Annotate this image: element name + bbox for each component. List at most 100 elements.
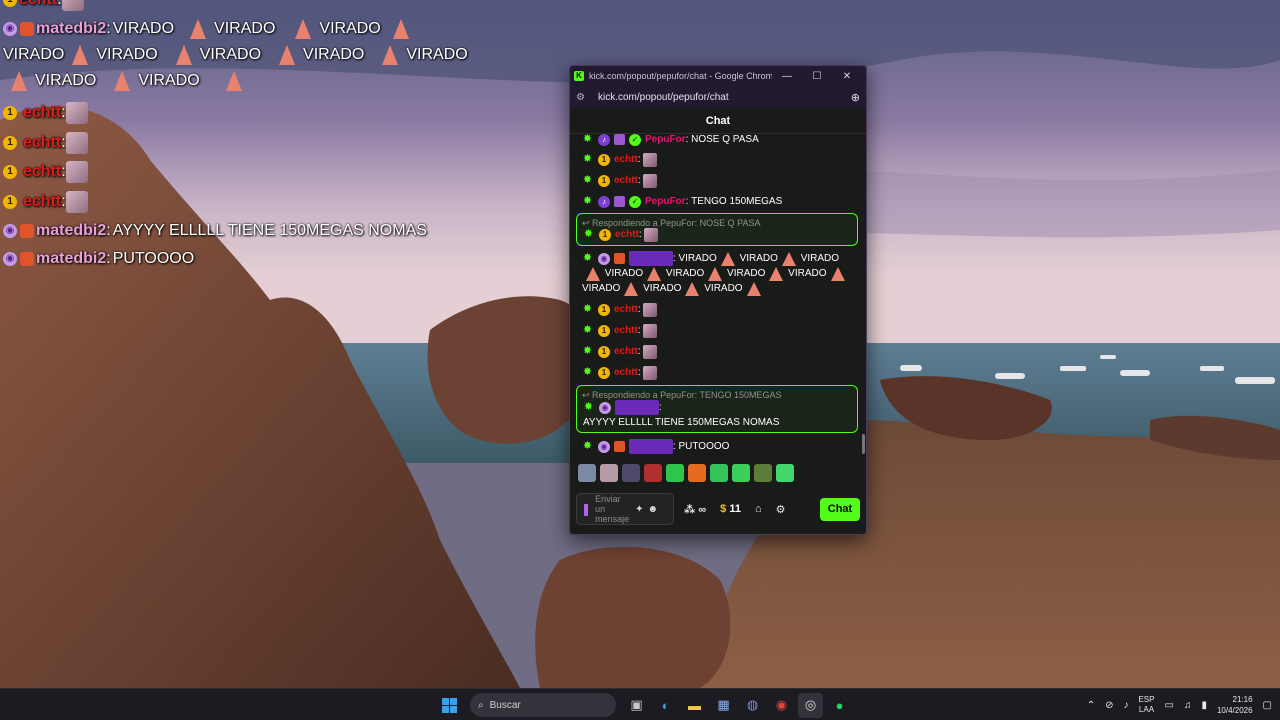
emote-icon: [65, 161, 88, 183]
emote-icon[interactable]: [578, 464, 596, 482]
discord-icon[interactable]: ◍: [740, 693, 765, 718]
language-indicator[interactable]: ESP LAA: [1138, 695, 1154, 715]
volume-icon[interactable]: ♫: [1184, 700, 1192, 711]
maximize-button[interactable]: ☐: [802, 71, 832, 82]
emote-icon: [642, 344, 657, 359]
chat-message[interactable]: ✸ ♪ ✓ PepuFor : TENGO 150MEGAS: [582, 194, 856, 209]
chat-username[interactable]: echtt: [614, 152, 638, 167]
overlay-message: VIRADO: [112, 20, 175, 37]
chat-username[interactable]: matedbi2: [629, 439, 673, 454]
overlay-word: VIRADO: [319, 20, 381, 37]
file-explorer-icon[interactable]: ▬: [682, 693, 707, 718]
kicks-balance[interactable]: $ 11: [716, 503, 745, 515]
system-tray: ⌃ ⊘ ♪ ESP LAA ▭ ♫ ▮ 21:16 10/4/2026 ▢: [1087, 689, 1272, 720]
chat-message[interactable]: ✸ ◉ matedbi2 : VIRADO VIRADO VIRADO VIRA…: [582, 251, 852, 296]
chat-message[interactable]: ✸ 1 echtt :: [582, 302, 856, 317]
emoji-icon[interactable]: ☻: [647, 504, 658, 515]
overlay-colon: :: [106, 222, 111, 239]
url-text[interactable]: kick.com/popout/pepufor/chat: [598, 92, 851, 103]
edge-icon[interactable]: ◐: [653, 693, 678, 718]
spotify-icon[interactable]: ●: [827, 693, 852, 718]
store-icon[interactable]: ⌂: [751, 503, 766, 515]
chat-username[interactable]: matedbi2: [629, 251, 673, 266]
message-input[interactable]: ❚ Enviar un mensaje ✦ ☻: [576, 493, 674, 525]
verified-badge-icon: ✓: [629, 195, 641, 208]
emote-icon[interactable]: [688, 464, 706, 482]
chat-username[interactable]: matedbi2: [615, 400, 659, 415]
chat-username[interactable]: PepuFor: [645, 194, 686, 209]
emote-icon[interactable]: [710, 464, 728, 482]
chat-message[interactable]: ✸ 1 echtt :: [582, 152, 856, 167]
green-leaf-badge-icon: ✸: [582, 195, 593, 207]
window-titlebar[interactable]: K kick.com/popout/pepufor/chat - Google …: [570, 66, 866, 86]
patrick-emote-icon: [780, 252, 798, 266]
chat-username[interactable]: echtt: [614, 365, 638, 380]
patrick-emote-icon: [622, 282, 640, 296]
clock[interactable]: 21:16 10/4/2026: [1217, 694, 1253, 716]
emote-icon[interactable]: [666, 464, 684, 482]
chat-username[interactable]: echtt: [614, 323, 638, 338]
chat-message[interactable]: ✸ ◉ matedbi2 : PUTOOOO: [582, 439, 856, 454]
points-indicator[interactable]: ⁂ ∞: [680, 503, 710, 516]
chat-message[interactable]: ✸ 1 echtt :: [582, 323, 856, 338]
zoom-icon[interactable]: ⊕: [851, 91, 860, 104]
overlay-word: VIRADO: [199, 46, 262, 63]
emote-icon[interactable]: [644, 464, 662, 482]
chat-colon: :: [637, 175, 641, 186]
chat-messages[interactable]: ✸ ♪ ✓ PepuFor : NOSE Q PASA ✸ 1 echtt : …: [570, 134, 866, 459]
emote-icon: [642, 323, 657, 338]
chat-username[interactable]: echtt: [615, 227, 639, 242]
patrick-emote-icon: [188, 18, 208, 40]
chat-username[interactable]: echtt: [614, 302, 638, 317]
reply-message[interactable]: ↩ Respondiendo a PepuFor: TENGO 150MEGAS…: [576, 385, 858, 433]
emote-icon[interactable]: [754, 464, 772, 482]
chat-header: Chat: [570, 108, 866, 134]
minimize-button[interactable]: —: [772, 71, 802, 82]
chat-message[interactable]: ✸ 1 echtt :: [582, 344, 856, 359]
microphone-icon[interactable]: ♪: [1123, 700, 1128, 711]
chat-scrollbar[interactable]: [862, 434, 865, 454]
chat-message[interactable]: ✸ 1 echtt :: [582, 365, 856, 380]
patrick-emote-icon: [767, 267, 785, 281]
subscriber-badge-icon: 1: [598, 324, 610, 337]
store-app-icon[interactable]: ▦: [711, 693, 736, 718]
chat-composer: ❚ Enviar un mensaje ✦ ☻ ⁂ ∞ $ 11 ⌂ ⚙ Cha…: [570, 487, 866, 531]
close-button[interactable]: ✕: [832, 71, 862, 82]
settings-gear-icon[interactable]: ⚙: [772, 503, 790, 516]
chat-username[interactable]: PepuFor: [645, 134, 686, 147]
notifications-icon[interactable]: ▢: [1263, 700, 1272, 711]
emote-icon[interactable]: [776, 464, 794, 482]
chat-text: VIRADO: [727, 268, 766, 279]
emote-icon[interactable]: [622, 464, 640, 482]
mic-badge-icon: ♪: [598, 134, 610, 146]
chrome-icon[interactable]: ◉: [769, 693, 794, 718]
keyboard-layout: LAA: [1138, 705, 1155, 714]
task-view-icon[interactable]: ▣: [624, 693, 649, 718]
purple-badge-icon: ◉: [3, 22, 17, 36]
overlay-username: echtt: [19, 0, 57, 9]
site-settings-icon[interactable]: ⚙: [576, 92, 588, 103]
emote-picker-icon[interactable]: ✦: [635, 504, 643, 515]
send-chat-button[interactable]: Chat: [820, 497, 860, 521]
reply-message[interactable]: ↩ Respondiendo a PepuFor: NOSE Q PASA ✸ …: [576, 213, 858, 246]
chat-colon: :: [637, 325, 641, 336]
emote-icon[interactable]: [732, 464, 750, 482]
network-off-icon[interactable]: ⊘: [1105, 700, 1113, 711]
taskbar-search[interactable]: ⌕ Buscar: [470, 693, 616, 717]
reply-context[interactable]: ↩ Respondiendo a PepuFor: TENGO 150MEGAS: [577, 386, 857, 401]
chat-colon: :: [637, 346, 641, 357]
emote-icon[interactable]: [600, 464, 618, 482]
chat-message[interactable]: ✸ ♪ ✓ PepuFor : NOSE Q PASA: [582, 134, 856, 147]
green-leaf-badge-icon: ✸: [582, 366, 593, 378]
chat-username[interactable]: echtt: [614, 344, 638, 359]
chrome-popup-taskbar-icon[interactable]: ◎: [798, 692, 823, 718]
windows-start-icon[interactable]: [437, 693, 462, 718]
battery-icon[interactable]: ▮: [1201, 700, 1207, 711]
chat-message[interactable]: ✸ 1 echtt :: [582, 173, 856, 188]
overlay-row: VIRADO VIRADO VIRADO VIRADO VIRADO: [3, 43, 474, 67]
emote-icon: [642, 302, 657, 317]
display-icon[interactable]: ▭: [1164, 700, 1173, 711]
chevron-up-icon[interactable]: ⌃: [1087, 700, 1095, 711]
chat-username[interactable]: echtt: [614, 173, 638, 188]
overlay-row: VIRADO VIRADO: [3, 69, 244, 93]
